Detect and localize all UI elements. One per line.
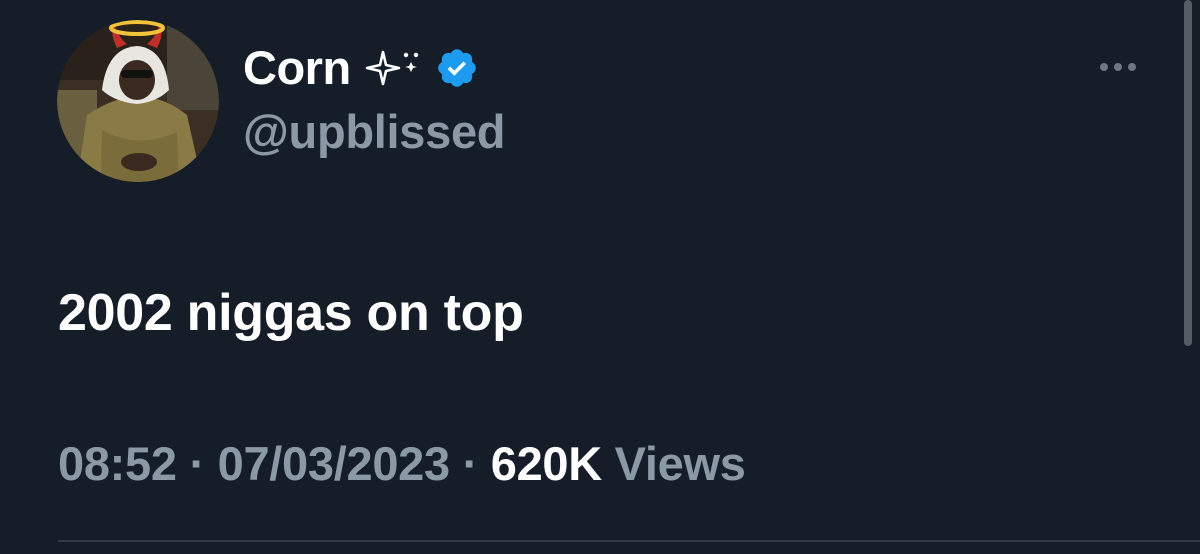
avatar-image <box>57 20 219 182</box>
tweet-date[interactable]: 07/03/2023 <box>218 437 451 490</box>
verified-badge-icon[interactable] <box>435 46 479 90</box>
scrollbar[interactable] <box>1184 0 1192 346</box>
tweet-text: 2002 niggas on top <box>58 284 524 342</box>
more-options-icon[interactable] <box>1096 56 1140 78</box>
author-name-row[interactable]: Corn <box>243 40 479 96</box>
tweet-meta: 08:52 · 07/03/2023 · 620K Views <box>58 434 746 494</box>
author-display-name[interactable]: Corn <box>243 40 351 96</box>
meta-separator: · <box>189 437 205 490</box>
divider <box>58 540 1200 542</box>
tweet-time[interactable]: 08:52 <box>58 437 177 490</box>
author-handle[interactable]: @upblissed <box>243 104 506 160</box>
views-label: Views <box>614 437 746 490</box>
sparkle-stars-icon <box>365 50 423 86</box>
meta-separator: · <box>462 437 479 490</box>
avatar[interactable] <box>57 20 219 182</box>
tweet: Corn @upblissed 2002 niggas on top 08:52 <box>0 0 1200 554</box>
views-count: 620K <box>490 437 602 490</box>
